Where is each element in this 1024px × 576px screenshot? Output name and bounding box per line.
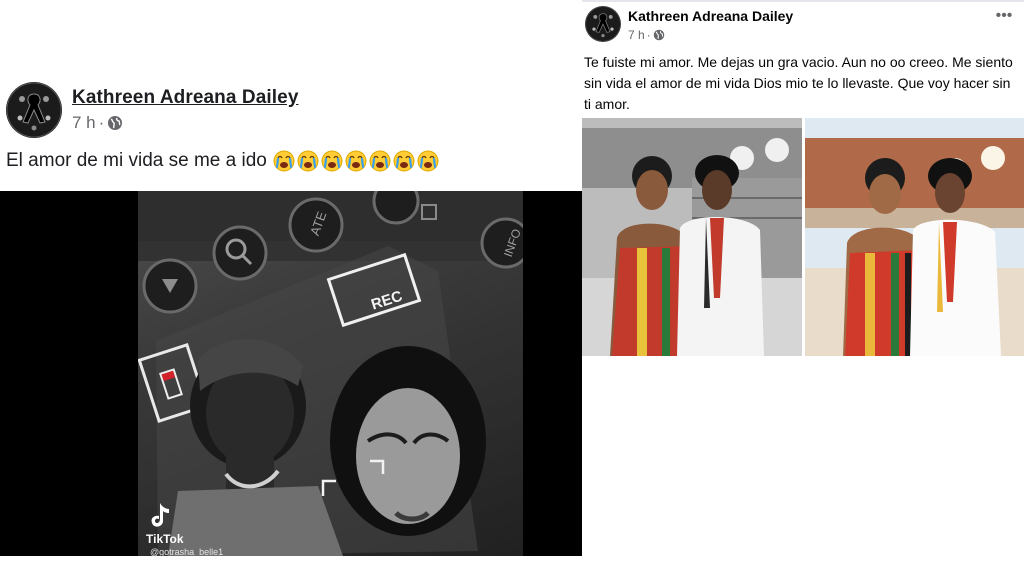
camera-button [212,225,268,281]
post-time[interactable]: 7 h [72,113,96,133]
post-time[interactable]: 7 h [628,28,645,42]
globe-icon[interactable] [653,29,665,41]
author-name[interactable]: Kathreen Adreana Dailey [72,87,299,109]
post-time-row: 7 h · [72,113,299,133]
crying-face-icon [273,150,295,172]
screenshot-composite: Kathreen Adreana Dailey 7 h · El amor de… [0,0,1024,576]
video-still: ATE INFO REC TikTok @gotrasha_belle1 [138,191,523,556]
couple-photo-grayscale [582,118,802,356]
crying-face-icon [393,150,415,172]
post-photo[interactable] [582,118,802,356]
couple-photo-color [805,118,1024,356]
memorial-ribbon-icon [6,82,62,138]
crying-face-icon [297,150,319,172]
separator: · [98,113,105,132]
more-options-button[interactable]: ••• [994,8,1014,26]
post-time-row: 7 h · [628,28,665,42]
post-photo[interactable] [805,118,1024,356]
post-meta: Kathreen Adreana Dailey 7 h · [72,87,299,133]
right-post: Kathreen Adreana Dailey 7 h · ••• Te fui… [582,0,1024,360]
crying-face-icon [417,150,439,172]
left-post: Kathreen Adreana Dailey 7 h · El amor de… [0,0,582,576]
avatar[interactable] [585,6,621,42]
post-header: Kathreen Adreana Dailey 7 h · [6,82,299,138]
post-text: El amor de mi vida se me a ido [6,150,441,172]
video-frame[interactable]: ATE INFO REC TikTok @gotrasha_belle1 [138,191,523,556]
post-message: Te fuiste mi amor. Me dejas un gra vacio… [584,54,1013,112]
crying-face-icon [369,150,391,172]
separator: · [646,28,651,42]
avatar[interactable] [6,82,62,138]
post-video[interactable]: ATE INFO REC TikTok @gotrasha_belle1 [0,191,582,556]
tiktok-handle: @gotrasha_belle1 [150,547,223,556]
crying-emoji-row [273,150,441,172]
memorial-ribbon-icon [585,6,621,42]
post-message: El amor de mi vida se me a ido [6,150,267,171]
crying-face-icon [345,150,367,172]
tiktok-watermark: TikTok [146,532,184,546]
globe-icon[interactable] [107,115,123,131]
crying-face-icon [321,150,343,172]
author-name[interactable]: Kathreen Adreana Dailey [628,8,793,24]
